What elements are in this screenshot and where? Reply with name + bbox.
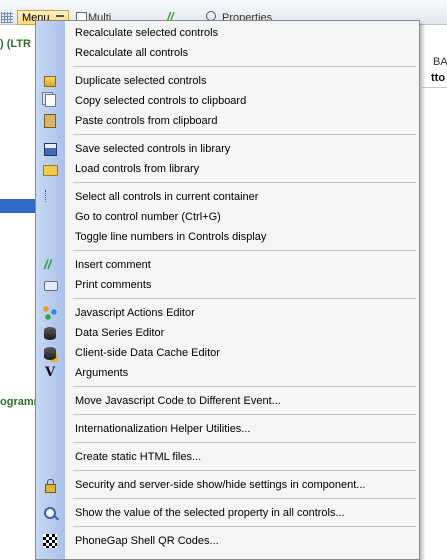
tree-node-text[interactable]: ) (LTR	[0, 38, 31, 50]
menu-item-label: PhoneGap Shell QR Codes...	[75, 535, 219, 547]
menu-separator	[73, 66, 416, 67]
menu-item-recalculate-selected[interactable]: Recalculate selected controls	[36, 23, 419, 43]
menu-item-label: Go to control number (Ctrl+G)	[75, 211, 221, 223]
menu-item-label: Recalculate all controls	[75, 47, 189, 59]
database-icon	[44, 327, 56, 340]
menu-item-go-to-control[interactable]: Go to control number (Ctrl+G)	[36, 207, 419, 227]
menu-item-internationalization[interactable]: Internationalization Helper Utilities...	[36, 419, 419, 439]
menu-item-label: Javascript Actions Editor	[75, 307, 195, 319]
tree-icon	[45, 190, 56, 202]
menu-item-label: Move Javascript Code to Different Event.…	[75, 395, 281, 407]
menu-item-label: Save selected controls in library	[75, 143, 231, 155]
menu-item-label: Show the value of the selected property …	[75, 507, 345, 519]
copy-icon	[45, 94, 56, 107]
menu-item-select-all[interactable]: Select all controls in current container	[36, 187, 419, 207]
menu-item-label: Select all controls in current container	[75, 191, 259, 203]
menu-item-security-settings[interactable]: Security and server-side show/hide setti…	[36, 475, 419, 495]
qr-code-icon	[43, 534, 57, 548]
menu-item-label: Recalculate selected controls	[75, 27, 219, 39]
save-icon	[44, 143, 57, 156]
menu-item-label: Insert comment	[75, 259, 151, 271]
menu-item-copy[interactable]: Copy selected controls to clipboard	[36, 91, 419, 111]
menu-separator	[73, 386, 416, 387]
menu-item-label: Arguments	[75, 367, 129, 379]
context-menu: Recalculate selected controls Recalculat…	[35, 20, 420, 560]
menu-item-label: Duplicate selected controls	[75, 75, 207, 87]
lock-icon	[45, 479, 56, 493]
menu-item-print-comments[interactable]: Print comments	[36, 275, 419, 295]
menu-separator	[73, 250, 416, 251]
properties-pane	[422, 25, 447, 560]
menu-separator	[73, 414, 416, 415]
menu-separator	[73, 470, 416, 471]
menu-item-recalculate-all[interactable]: Recalculate all controls	[36, 43, 419, 63]
menu-separator	[73, 298, 416, 299]
menu-item-label: Data Series Editor	[75, 327, 165, 339]
menu-item-create-static-html[interactable]: Create static HTML files...	[36, 447, 419, 467]
menu-item-data-cache-editor[interactable]: Client-side Data Cache Editor	[36, 343, 419, 363]
find-icon	[44, 507, 56, 519]
menu-separator	[73, 182, 416, 183]
menu-item-label: Paste controls from clipboard	[75, 115, 218, 127]
menu-item-label: Client-side Data Cache Editor	[75, 347, 220, 359]
paste-icon	[44, 114, 56, 128]
comment-icon: //	[44, 257, 52, 272]
database-cache-icon	[44, 347, 56, 360]
menu-item-phonegap-qr[interactable]: PhoneGap Shell QR Codes...	[36, 531, 419, 551]
grid-icon[interactable]	[1, 12, 13, 23]
menu-separator	[73, 134, 416, 135]
menu-separator	[73, 498, 416, 499]
arguments-icon: V	[45, 365, 56, 380]
menu-item-duplicate[interactable]: Duplicate selected controls	[36, 71, 419, 91]
menu-item-javascript-actions-editor[interactable]: Javascript Actions Editor	[36, 303, 419, 323]
menu-item-label: Toggle line numbers in Controls display	[75, 231, 267, 243]
menu-item-load-library[interactable]: Load controls from library	[36, 159, 419, 179]
menu-item-label: Load controls from library	[75, 163, 200, 175]
property-text: BA	[433, 56, 447, 68]
menu-item-move-javascript[interactable]: Move Javascript Code to Different Event.…	[36, 391, 419, 411]
controls-tree-pane: ) (LTR ogramm	[0, 25, 43, 560]
menu-item-show-property-value[interactable]: Show the value of the selected property …	[36, 503, 419, 523]
menu-separator	[73, 526, 416, 527]
javascript-actions-icon	[43, 306, 57, 320]
menu-item-insert-comment[interactable]: // Insert comment	[36, 255, 419, 275]
printer-icon	[44, 281, 58, 291]
tree-selected-row[interactable]	[0, 199, 38, 213]
menu-item-label: Security and server-side show/hide setti…	[75, 479, 366, 491]
menu-item-label: Copy selected controls to clipboard	[75, 95, 247, 107]
menu-item-paste[interactable]: Paste controls from clipboard	[36, 111, 419, 131]
menu-item-arguments[interactable]: V Arguments	[36, 363, 419, 383]
menu-item-label: Print comments	[75, 279, 152, 291]
menu-item-label: Create static HTML files...	[75, 451, 202, 463]
menu-separator	[73, 442, 416, 443]
menu-item-save-library[interactable]: Save selected controls in library	[36, 139, 419, 159]
property-text: tto	[431, 72, 446, 84]
duplicate-icon	[44, 76, 56, 87]
menu-item-toggle-line-numbers[interactable]: Toggle line numbers in Controls display	[36, 227, 419, 247]
menu-item-label: Internationalization Helper Utilities...	[75, 423, 251, 435]
menu-item-data-series-editor[interactable]: Data Series Editor	[36, 323, 419, 343]
divider	[422, 87, 447, 88]
folder-open-icon	[43, 165, 58, 176]
